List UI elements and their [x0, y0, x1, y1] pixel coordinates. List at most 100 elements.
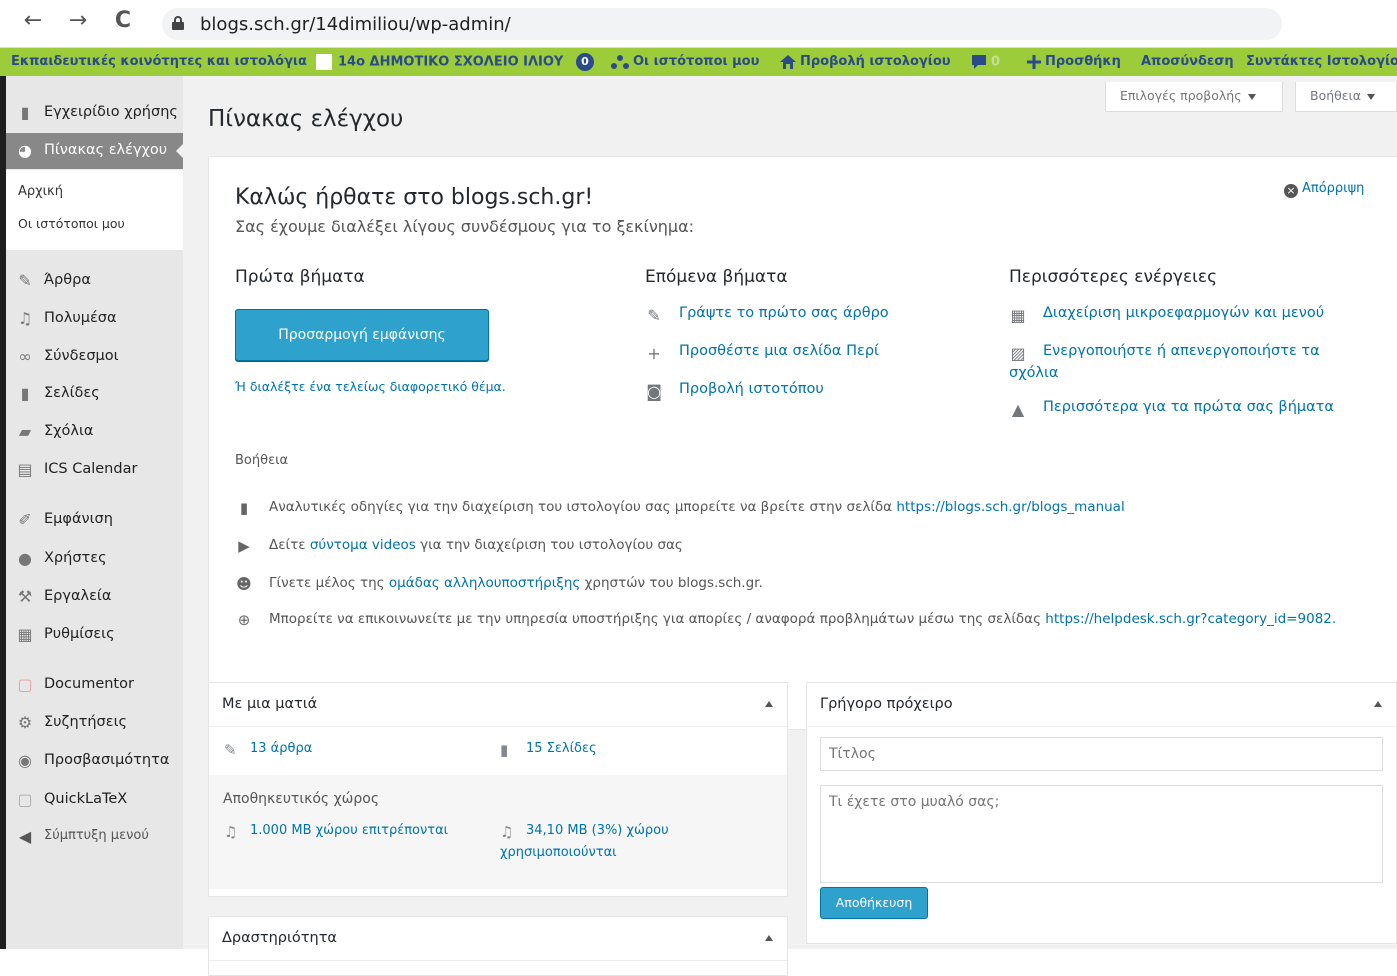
accessibility-icon: ◉ — [18, 751, 32, 770]
screen-options-label: Επιλογές προβολής — [1120, 88, 1242, 103]
close-icon: × — [1284, 184, 1298, 198]
back-icon[interactable]: ← — [18, 8, 48, 33]
group-icon: ☻ — [236, 575, 252, 593]
admin-bar-blog-editors[interactable]: Συντάκτες Ιστολογίου — [1246, 54, 1397, 69]
save-draft-button[interactable]: Αποθήκευση — [820, 887, 928, 919]
submenu-home[interactable]: Αρχική — [18, 184, 63, 199]
book-icon: ▮ — [20, 103, 30, 122]
forward-icon[interactable]: → — [63, 8, 93, 33]
dismiss-link[interactable]: × Απόρριψη — [1284, 181, 1364, 198]
url-text[interactable]: blogs.sch.gr/14dimiliou/wp-admin/ — [200, 14, 511, 35]
eye-icon: ◙ — [646, 382, 662, 401]
quicklatex-icon: ▢ — [17, 790, 33, 809]
media-icon: ♫ — [500, 823, 514, 841]
storage-used-cont[interactable]: χρησιμοποιούνται — [500, 845, 617, 860]
first-steps-heading: Πρώτα βήματα — [235, 267, 365, 287]
plus-icon — [1027, 54, 1041, 69]
sidebar-item-ics-calendar[interactable]: ▤ ICS Calendar — [6, 452, 183, 488]
more-actions-heading: Περισσότερες ενέργειες — [1009, 267, 1218, 287]
alt-theme-link[interactable]: Ή διαλέξτε ένα τελείως διαφορετικό θέμα. — [235, 379, 506, 394]
sidebar-item-documentor[interactable]: ▢ Documentor — [6, 667, 183, 703]
sidebar-item-label: Σελίδες — [44, 385, 100, 401]
sidebar-item-accessibility[interactable]: ◉ Προσβασιμότητα — [6, 743, 183, 779]
sidebar-item-label: Documentor — [44, 676, 134, 692]
sidebar-item-links[interactable]: ∞ Σύνδεσμοι — [6, 339, 183, 375]
sidebar-item-label: Ρυθμίσεις — [44, 626, 115, 642]
admin-bar-comments[interactable]: 0 — [971, 54, 1000, 70]
lock-icon — [172, 16, 184, 30]
sidebar-item-label: Εργαλεία — [44, 588, 112, 604]
edit-icon: ✎ — [647, 306, 661, 325]
book-icon: ▮ — [239, 499, 249, 517]
quick-draft-panel: Γρήγορο πρόχειρο Αποθήκευση — [806, 682, 1397, 944]
admin-bar-add-new[interactable]: Προσθήκη — [1027, 54, 1121, 69]
reload-icon[interactable]: C — [108, 8, 138, 33]
sidebar-item-dashboard[interactable]: ◕ Πίνακας ελέγχου — [6, 133, 184, 169]
admin-bar-my-sites-label: Οι ιστότοποι μου — [633, 54, 760, 69]
widgets-icon: ▦ — [1010, 306, 1026, 325]
chevron-up-icon[interactable] — [765, 701, 773, 707]
storage-label: Αποθηκευτικός χώρος — [223, 791, 380, 807]
updates-badge[interactable]: 0 — [576, 53, 594, 71]
media-icon: ♫ — [17, 309, 33, 328]
admin-bar-logout[interactable]: Αποσύνδεση — [1141, 54, 1234, 69]
main-content: Πίνακας ελέγχου Επιλογές προβολής Βοήθει… — [183, 76, 1397, 976]
helpdesk-link[interactable]: https://helpdesk.sch.gr?category_id=9082… — [1045, 611, 1336, 627]
admin-sidebar: ▮ Εγχειρίδιο χρήσης ◕ Πίνακας ελέγχου Αρ… — [0, 76, 184, 949]
draft-content-input[interactable] — [820, 785, 1383, 883]
graduation-cap-icon: ▲ — [1011, 400, 1025, 419]
toggle-comments-link-wrap[interactable]: σχόλια — [1009, 365, 1058, 381]
videos-link[interactable]: σύντομα videos — [310, 537, 416, 553]
sidebar-item-label: Συζητήσεις — [44, 714, 127, 730]
sidebar-item-label: Πίνακας ελέγχου — [44, 142, 168, 158]
sidebar-item-tools[interactable]: ⚒ Εργαλεία — [6, 579, 183, 615]
sidebar-item-pages[interactable]: ▮ Σελίδες — [6, 376, 183, 412]
sidebar-item-label: Πολυμέσα — [44, 310, 117, 326]
comment-icon — [972, 55, 986, 69]
sidebar-item-label: Εμφάνιση — [44, 511, 113, 527]
activity-panel: Δραστηριότητα — [208, 916, 788, 976]
address-bar[interactable]: blogs.sch.gr/14dimiliou/wp-admin/ — [162, 8, 1282, 40]
submenu-my-sites[interactable]: Οι ιστότοποι μου — [18, 216, 125, 231]
wrench-icon: ⚒ — [17, 587, 33, 606]
welcome-title: Καλώς ήρθατε στο blogs.sch.gr! — [235, 185, 594, 210]
sidebar-item-label: Σύνδεσμοι — [44, 348, 119, 364]
collapse-menu-button[interactable]: ◀ Σύμπτυξη μενού — [6, 819, 183, 855]
documentor-icon: ▢ — [17, 675, 33, 694]
draft-title-input[interactable] — [820, 737, 1383, 771]
lifebuoy-icon: ⊕ — [237, 611, 251, 629]
chevron-up-icon[interactable] — [1374, 701, 1382, 707]
collapse-menu-label: Σύμπτυξη μενού — [44, 828, 149, 843]
sidebar-item-label: ICS Calendar — [44, 461, 138, 477]
help-tab[interactable]: Βοήθεια — [1295, 82, 1397, 112]
sidebar-item-discussions[interactable]: ⚙ Συζητήσεις — [6, 705, 183, 741]
chevron-up-icon[interactable] — [765, 935, 773, 941]
admin-bar-site[interactable]: 14ο ΔΗΜΟΤΙΚΟ ΣΧΟΛΕΙΟ ΙΛΙΟΥ — [316, 54, 563, 70]
sidebar-item-quicklatex[interactable]: ▢ QuickLaTeX — [6, 782, 183, 818]
admin-bar-view-blog[interactable]: Προβολή ιστολογίου — [780, 54, 951, 69]
browser-toolbar: ← → C blogs.sch.gr/14dimiliou/wp-admin/ — [0, 0, 1397, 48]
page-title: Πίνακας ελέγχου — [208, 106, 404, 132]
support-group-link[interactable]: ομάδας αλληλουποστήριξης — [389, 575, 580, 591]
comment-icon: ▰ — [18, 422, 32, 441]
screen-options-tab[interactable]: Επιλογές προβολής — [1105, 82, 1283, 112]
sidebar-item-users[interactable]: ● Χρήστες — [6, 541, 183, 577]
at-a-glance-title: Με μια ματιά — [222, 696, 318, 712]
sidebar-item-media[interactable]: ♫ Πολυμέσα — [6, 301, 183, 337]
customize-button[interactable]: Προσαρμογή εμφάνισης — [235, 309, 489, 361]
sidebar-item-label: Σχόλια — [44, 423, 94, 439]
gear-icon: ⚙ — [17, 713, 33, 732]
pin-icon: ✎ — [18, 271, 32, 290]
sidebar-item-posts[interactable]: ✎ Άρθρα — [6, 263, 183, 299]
comments-off-icon: ▨ — [1010, 344, 1026, 363]
sidebar-item-settings[interactable]: ▦ Ρυθμίσεις — [6, 617, 183, 653]
welcome-subtitle: Σας έχουμε διαλέξει λίγους συνδέσμους γι… — [235, 217, 695, 236]
admin-bar-site-name: 14ο ΔΗΜΟΤΙΚΟ ΣΧΟΛΕΙΟ ΙΛΙΟΥ — [338, 54, 564, 70]
sidebar-item-comments[interactable]: ▰ Σχόλια — [6, 414, 183, 450]
sidebar-item-appearance[interactable]: ✐ Εμφάνιση — [6, 502, 183, 538]
admin-bar-communities[interactable]: Εκπαιδευτικές κοινότητες και ιστολόγια — [11, 54, 307, 69]
manual-link[interactable]: https://blogs.sch.gr/blogs_manual — [896, 499, 1124, 515]
sidebar-item-manual[interactable]: ▮ Εγχειρίδιο χρήσης — [6, 95, 183, 131]
sidebar-item-label: Εγχειρίδιο χρήσης — [44, 104, 178, 120]
admin-bar-my-sites[interactable]: Οι ιστότοποι μου — [611, 54, 759, 69]
